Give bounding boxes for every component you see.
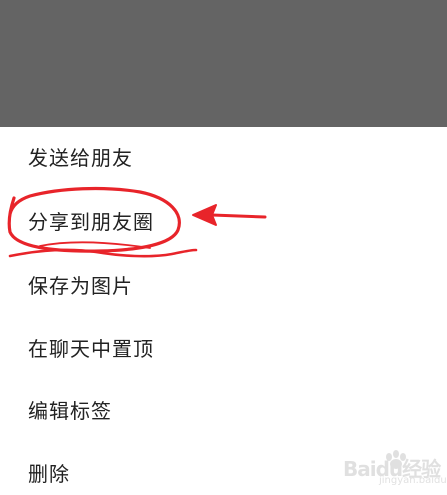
menu-item-label: 发送给朋友 [28, 146, 133, 170]
dimmed-background-overlay[interactable] [0, 0, 447, 127]
menu-item-label: 删除 [28, 462, 70, 486]
screen: 发送给朋友 分享到朋友圈 保存为图片 在聊天中置顶 编辑标签 删除 Baidu经… [0, 0, 447, 495]
menu-item-save-as-image[interactable]: 保存为图片 [0, 255, 447, 317]
menu-item-label: 分享到朋友圈 [28, 210, 154, 234]
menu-item-send-to-friend[interactable]: 发送给朋友 [0, 127, 447, 189]
menu-item-edit-tags[interactable]: 编辑标签 [0, 380, 447, 442]
menu-item-label: 保存为图片 [28, 274, 133, 298]
baidu-jingyan-watermark: Baidu经验 jingyan.baidu.com [333, 447, 447, 491]
menu-item-pin-in-chat[interactable]: 在聊天中置顶 [0, 318, 447, 380]
menu-item-label: 在聊天中置顶 [28, 337, 154, 361]
action-sheet: 发送给朋友 分享到朋友圈 保存为图片 在聊天中置顶 编辑标签 删除 [0, 127, 447, 495]
watermark-url: jingyan.baidu.com [379, 475, 447, 486]
menu-item-label: 编辑标签 [28, 399, 112, 423]
menu-item-share-to-moments[interactable]: 分享到朋友圈 [0, 191, 447, 253]
